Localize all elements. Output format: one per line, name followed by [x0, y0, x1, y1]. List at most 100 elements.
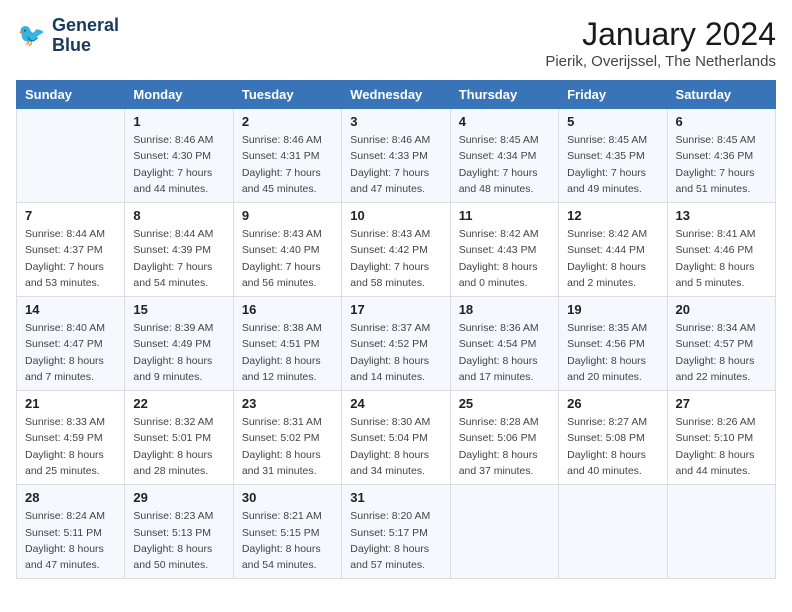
day-number: 26	[567, 396, 658, 411]
calendar-cell: 7 Sunrise: 8:44 AMSunset: 4:37 PMDaylight…	[17, 203, 125, 297]
calendar-cell: 16Sunrise: 8:38 AMSunset: 4:51 PMDayligh…	[233, 297, 341, 391]
calendar-cell: 21 Sunrise: 8:33 AMSunset: 4:59 PMDayligh…	[17, 391, 125, 485]
day-detail: Sunrise: 8:24 AMSunset: 5:11 PMDaylight:…	[25, 508, 116, 573]
calendar-cell: 13 Sunrise: 8:41 AMSunset: 4:46 PMDayligh…	[667, 203, 775, 297]
day-number: 12	[567, 208, 658, 223]
day-detail: Sunrise: 8:43 AMSunset: 4:40 PMDaylight:…	[242, 226, 333, 291]
day-detail: Sunrise: 8:30 AMSunset: 5:04 PMDaylight:…	[350, 414, 441, 479]
calendar-cell: 10 Sunrise: 8:43 AMSunset: 4:42 PMDayligh…	[342, 203, 450, 297]
day-number: 16	[242, 302, 333, 317]
logo-icon: 🐦	[16, 20, 48, 52]
day-number: 23	[242, 396, 333, 411]
calendar-cell: 1 Sunrise: 8:46 AMSunset: 4:30 PMDaylight…	[125, 109, 233, 203]
day-number: 24	[350, 396, 441, 411]
calendar-cell: 30Sunrise: 8:21 AMSunset: 5:15 PMDayligh…	[233, 485, 341, 579]
day-detail: Sunrise: 8:36 AMSunset: 4:54 PMDaylight:…	[459, 320, 550, 385]
day-number: 15	[133, 302, 224, 317]
weekday-header-row: SundayMondayTuesdayWednesdayThursdayFrid…	[17, 81, 776, 109]
day-detail: Sunrise: 8:46 AMSunset: 4:31 PMDaylight:…	[242, 132, 333, 197]
calendar-cell: 20 Sunrise: 8:34 AMSunset: 4:57 PMDayligh…	[667, 297, 775, 391]
svg-text:🐦: 🐦	[18, 22, 46, 47]
day-number: 11	[459, 208, 550, 223]
title-block: January 2024 Pierik, Overijssel, The Net…	[545, 16, 776, 70]
calendar-cell: 14 Sunrise: 8:40 AMSunset: 4:47 PMDayligh…	[17, 297, 125, 391]
weekday-header-tuesday: Tuesday	[233, 81, 341, 109]
day-detail: Sunrise: 8:37 AMSunset: 4:52 PMDaylight:…	[350, 320, 441, 385]
day-detail: Sunrise: 8:21 AMSunset: 5:15 PMDaylight:…	[242, 508, 333, 573]
day-detail: Sunrise: 8:46 AMSunset: 4:33 PMDaylight:…	[350, 132, 441, 197]
day-detail: Sunrise: 8:27 AMSunset: 5:08 PMDaylight:…	[567, 414, 658, 479]
day-detail: Sunrise: 8:45 AMSunset: 4:36 PMDaylight:…	[676, 132, 767, 197]
calendar-cell: 3 Sunrise: 8:46 AMSunset: 4:33 PMDaylight…	[342, 109, 450, 203]
day-detail: Sunrise: 8:44 AMSunset: 4:37 PMDaylight:…	[25, 226, 116, 291]
calendar-cell: 26 Sunrise: 8:27 AMSunset: 5:08 PMDayligh…	[559, 391, 667, 485]
day-number: 27	[676, 396, 767, 411]
day-detail: Sunrise: 8:41 AMSunset: 4:46 PMDaylight:…	[676, 226, 767, 291]
day-number: 17	[350, 302, 441, 317]
calendar-cell: 22Sunrise: 8:32 AMSunset: 5:01 PMDayligh…	[125, 391, 233, 485]
day-detail: Sunrise: 8:35 AMSunset: 4:56 PMDaylight:…	[567, 320, 658, 385]
logo-text: General Blue	[52, 16, 119, 56]
day-detail: Sunrise: 8:26 AMSunset: 5:10 PMDaylight:…	[676, 414, 767, 479]
calendar-cell	[450, 485, 558, 579]
day-detail: Sunrise: 8:46 AMSunset: 4:30 PMDaylight:…	[133, 132, 224, 197]
weekday-header-saturday: Saturday	[667, 81, 775, 109]
day-number: 9	[242, 208, 333, 223]
calendar-cell	[17, 109, 125, 203]
day-number: 19	[567, 302, 658, 317]
calendar-cell: 29Sunrise: 8:23 AMSunset: 5:13 PMDayligh…	[125, 485, 233, 579]
calendar-week-row: 7 Sunrise: 8:44 AMSunset: 4:37 PMDaylight…	[17, 203, 776, 297]
calendar-cell: 18 Sunrise: 8:36 AMSunset: 4:54 PMDayligh…	[450, 297, 558, 391]
day-detail: Sunrise: 8:28 AMSunset: 5:06 PMDaylight:…	[459, 414, 550, 479]
month-title: January 2024	[545, 16, 776, 53]
calendar-cell: 19 Sunrise: 8:35 AMSunset: 4:56 PMDayligh…	[559, 297, 667, 391]
calendar-week-row: 21 Sunrise: 8:33 AMSunset: 4:59 PMDayligh…	[17, 391, 776, 485]
day-detail: Sunrise: 8:20 AMSunset: 5:17 PMDaylight:…	[350, 508, 441, 573]
day-number: 1	[133, 114, 224, 129]
calendar-cell: 27 Sunrise: 8:26 AMSunset: 5:10 PMDayligh…	[667, 391, 775, 485]
day-number: 31	[350, 490, 441, 505]
day-number: 18	[459, 302, 550, 317]
day-detail: Sunrise: 8:33 AMSunset: 4:59 PMDaylight:…	[25, 414, 116, 479]
day-number: 14	[25, 302, 116, 317]
day-detail: Sunrise: 8:39 AMSunset: 4:49 PMDaylight:…	[133, 320, 224, 385]
calendar-cell: 24 Sunrise: 8:30 AMSunset: 5:04 PMDayligh…	[342, 391, 450, 485]
calendar-cell: 8 Sunrise: 8:44 AMSunset: 4:39 PMDaylight…	[125, 203, 233, 297]
day-number: 28	[25, 490, 116, 505]
day-detail: Sunrise: 8:45 AMSunset: 4:34 PMDaylight:…	[459, 132, 550, 197]
day-detail: Sunrise: 8:31 AMSunset: 5:02 PMDaylight:…	[242, 414, 333, 479]
weekday-header-friday: Friday	[559, 81, 667, 109]
day-detail: Sunrise: 8:40 AMSunset: 4:47 PMDaylight:…	[25, 320, 116, 385]
day-number: 20	[676, 302, 767, 317]
day-number: 25	[459, 396, 550, 411]
day-number: 13	[676, 208, 767, 223]
calendar-cell: 28 Sunrise: 8:24 AMSunset: 5:11 PMDayligh…	[17, 485, 125, 579]
day-number: 2	[242, 114, 333, 129]
day-detail: Sunrise: 8:23 AMSunset: 5:13 PMDaylight:…	[133, 508, 224, 573]
day-number: 5	[567, 114, 658, 129]
day-number: 21	[25, 396, 116, 411]
day-number: 6	[676, 114, 767, 129]
calendar-cell: 12Sunrise: 8:42 AMSunset: 4:44 PMDayligh…	[559, 203, 667, 297]
day-number: 7	[25, 208, 116, 223]
weekday-header-wednesday: Wednesday	[342, 81, 450, 109]
calendar-cell: 25 Sunrise: 8:28 AMSunset: 5:06 PMDayligh…	[450, 391, 558, 485]
day-detail: Sunrise: 8:34 AMSunset: 4:57 PMDaylight:…	[676, 320, 767, 385]
day-detail: Sunrise: 8:44 AMSunset: 4:39 PMDaylight:…	[133, 226, 224, 291]
day-number: 10	[350, 208, 441, 223]
calendar-cell: 23 Sunrise: 8:31 AMSunset: 5:02 PMDayligh…	[233, 391, 341, 485]
calendar-cell: 11Sunrise: 8:42 AMSunset: 4:43 PMDayligh…	[450, 203, 558, 297]
calendar-cell: 6 Sunrise: 8:45 AMSunset: 4:36 PMDaylight…	[667, 109, 775, 203]
day-number: 8	[133, 208, 224, 223]
day-number: 4	[459, 114, 550, 129]
day-detail: Sunrise: 8:32 AMSunset: 5:01 PMDaylight:…	[133, 414, 224, 479]
calendar-table: SundayMondayTuesdayWednesdayThursdayFrid…	[16, 80, 776, 579]
day-detail: Sunrise: 8:43 AMSunset: 4:42 PMDaylight:…	[350, 226, 441, 291]
calendar-cell: 31 Sunrise: 8:20 AMSunset: 5:17 PMDayligh…	[342, 485, 450, 579]
calendar-week-row: 1 Sunrise: 8:46 AMSunset: 4:30 PMDaylight…	[17, 109, 776, 203]
weekday-header-monday: Monday	[125, 81, 233, 109]
calendar-cell	[559, 485, 667, 579]
day-number: 3	[350, 114, 441, 129]
logo: 🐦 General Blue	[16, 16, 119, 56]
calendar-cell	[667, 485, 775, 579]
